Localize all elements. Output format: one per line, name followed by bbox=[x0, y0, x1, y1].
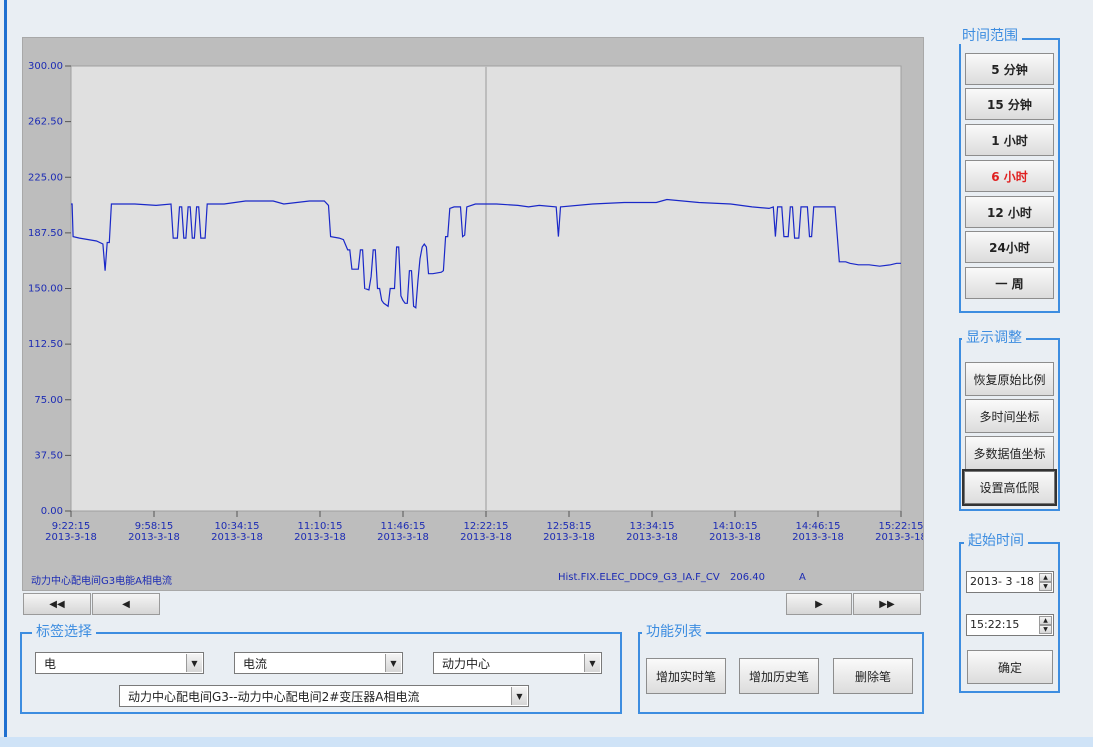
chevron-down-icon[interactable]: ▼ bbox=[186, 654, 202, 672]
x-tick-time-label: 10:34:15 bbox=[215, 521, 260, 532]
window-left-border bbox=[4, 0, 7, 740]
tag-select[interactable]: 动力中心配电间G3--动力中心配电间2#变压器A相电流 ▼ bbox=[119, 685, 529, 707]
start-date-input[interactable]: 2013- 3 -18 ▲ ▼ bbox=[966, 571, 1054, 593]
chart-pen-unit: A bbox=[799, 572, 806, 583]
y-tick-label: 225.00 bbox=[28, 172, 63, 183]
x-tick-time-label: 11:10:15 bbox=[298, 521, 343, 532]
start-time-title: 起始时间 bbox=[964, 533, 1028, 549]
x-tick-date-label: 2013-3-18 bbox=[294, 532, 346, 543]
spin-down-icon[interactable]: ▼ bbox=[1039, 582, 1052, 591]
category-select-value: 电 bbox=[44, 657, 57, 671]
x-tick-date-label: 2013-3-18 bbox=[792, 532, 844, 543]
scroll-last-button[interactable]: ▶▶ bbox=[853, 593, 921, 615]
type-select-value: 电流 bbox=[243, 657, 268, 671]
chart-pen-value: 206.40 bbox=[730, 572, 765, 583]
trend-chart-svg: 300.00 262.50 225.00 187.50 150.00 112.50 75.0… bbox=[28, 61, 923, 543]
spin-up-icon[interactable]: ▲ bbox=[1039, 616, 1052, 625]
confirm-button[interactable]: 确定 bbox=[967, 650, 1053, 684]
function-list-title: 功能列表 bbox=[642, 624, 706, 640]
y-tick-label: 37.50 bbox=[34, 450, 63, 461]
range-1h-button[interactable]: 1 小时 bbox=[965, 124, 1054, 156]
y-tick-label: 0.00 bbox=[41, 506, 63, 517]
display-adjust-title: 显示调整 bbox=[962, 330, 1026, 346]
range-12h-button[interactable]: 12 小时 bbox=[965, 196, 1054, 228]
chevron-down-icon[interactable]: ▼ bbox=[584, 654, 600, 672]
y-tick-label: 262.50 bbox=[28, 117, 63, 128]
chevron-down-icon[interactable]: ▼ bbox=[385, 654, 401, 672]
trend-chart: 300.00 262.50 225.00 187.50 150.00 112.50 75.0… bbox=[22, 37, 924, 591]
area-select[interactable]: 动力中心 ▼ bbox=[433, 652, 602, 674]
time-range-title: 时间范围 bbox=[958, 28, 1022, 44]
area-select-value: 动力中心 bbox=[442, 657, 491, 671]
start-time-value: 15:22:15 bbox=[970, 618, 1020, 631]
x-tick-time-label: 9:22:15 bbox=[52, 521, 91, 532]
scroll-next-button[interactable]: ▶ bbox=[786, 593, 852, 615]
x-tick-time-label: 15:22:15 bbox=[879, 521, 923, 532]
range-week-button[interactable]: 一 周 bbox=[965, 267, 1054, 299]
y-tick-label: 187.50 bbox=[28, 228, 63, 239]
x-tick-date-label: 2013-3-18 bbox=[377, 532, 429, 543]
category-select[interactable]: 电 ▼ bbox=[35, 652, 204, 674]
chart-pen-label: 动力中心配电间G3电能A相电流 bbox=[31, 576, 172, 587]
x-tick-date-label: 2013-3-18 bbox=[626, 532, 678, 543]
x-tick-time-label: 13:34:15 bbox=[630, 521, 675, 532]
tag-select-value: 动力中心配电间G3--动力中心配电间2#变压器A相电流 bbox=[128, 690, 420, 704]
y-tick-label: 112.50 bbox=[28, 339, 63, 350]
tag-select-title: 标签选择 bbox=[32, 624, 96, 640]
x-tick-date-label: 2013-3-18 bbox=[875, 532, 923, 543]
window-bottom-bar bbox=[0, 737, 1093, 747]
multi-time-axis-button[interactable]: 多时间坐标 bbox=[965, 399, 1054, 433]
time-spin-arrows[interactable]: ▲ ▼ bbox=[1039, 616, 1052, 634]
x-tick-date-label: 2013-3-18 bbox=[709, 532, 761, 543]
y-tick-label: 150.00 bbox=[28, 284, 63, 295]
set-limits-button[interactable]: 设置高低限 bbox=[962, 469, 1057, 506]
x-tick-time-label: 9:58:15 bbox=[135, 521, 174, 532]
x-tick-time-label: 11:46:15 bbox=[381, 521, 426, 532]
date-spin-arrows[interactable]: ▲ ▼ bbox=[1039, 573, 1052, 591]
x-tick-date-label: 2013-3-18 bbox=[460, 532, 512, 543]
x-tick-date-label: 2013-3-18 bbox=[543, 532, 595, 543]
chart-pen-tag: Hist.FIX.ELEC_DDC9_G3_IA.F_CV bbox=[558, 572, 720, 583]
x-tick-time-label: 14:10:15 bbox=[713, 521, 758, 532]
x-tick-time-label: 12:22:15 bbox=[464, 521, 509, 532]
type-select[interactable]: 电流 ▼ bbox=[234, 652, 403, 674]
delete-pen-button[interactable]: 删除笔 bbox=[833, 658, 913, 694]
x-tick-date-label: 2013-3-18 bbox=[128, 532, 180, 543]
range-15min-button[interactable]: 15 分钟 bbox=[965, 88, 1054, 120]
spin-down-icon[interactable]: ▼ bbox=[1039, 625, 1052, 634]
spin-up-icon[interactable]: ▲ bbox=[1039, 573, 1052, 582]
start-time-input[interactable]: 15:22:15 ▲ ▼ bbox=[966, 614, 1054, 636]
scroll-first-button[interactable]: ◀◀ bbox=[23, 593, 91, 615]
multi-value-axis-button[interactable]: 多数据值坐标 bbox=[965, 436, 1054, 470]
start-date-value: 2013- 3 -18 bbox=[970, 575, 1034, 588]
range-6h-button[interactable]: 6 小时 bbox=[965, 160, 1054, 192]
y-tick-label: 75.00 bbox=[34, 395, 63, 406]
x-tick-time-label: 12:58:15 bbox=[547, 521, 592, 532]
range-5min-button[interactable]: 5 分钟 bbox=[965, 53, 1054, 85]
scroll-prev-button[interactable]: ◀ bbox=[92, 593, 160, 615]
add-realtime-pen-button[interactable]: 增加实时笔 bbox=[646, 658, 726, 694]
x-tick-time-label: 14:46:15 bbox=[796, 521, 841, 532]
restore-scale-button[interactable]: 恢复原始比例 bbox=[965, 362, 1054, 396]
x-tick-date-label: 2013-3-18 bbox=[211, 532, 263, 543]
chevron-down-icon[interactable]: ▼ bbox=[511, 687, 527, 705]
x-tick-date-label: 2013-3-18 bbox=[45, 532, 97, 543]
add-history-pen-button[interactable]: 增加历史笔 bbox=[739, 658, 819, 694]
range-24h-button[interactable]: 24小时 bbox=[965, 231, 1054, 263]
y-tick-label: 300.00 bbox=[28, 61, 63, 72]
